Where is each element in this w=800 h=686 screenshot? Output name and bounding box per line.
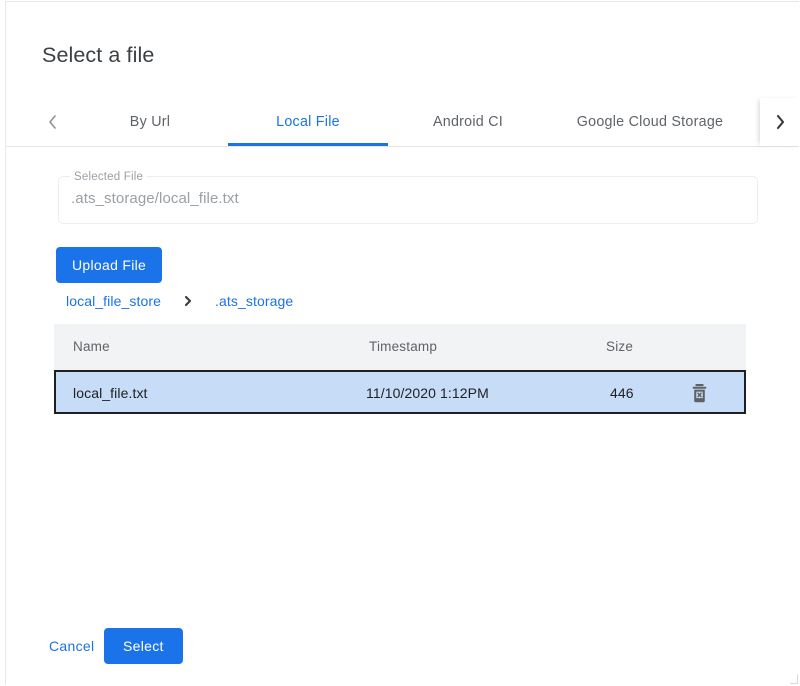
tab-label: Android CI [433, 114, 503, 130]
tab-label: Google Cloud Storage [577, 114, 723, 130]
cell-timestamp: 11/10/2020 1:12PM [366, 385, 489, 401]
selected-file-label: Selected File [70, 169, 147, 185]
upload-file-button[interactable]: Upload File [56, 247, 162, 283]
cell-file-name: local_file.txt [73, 385, 148, 401]
select-file-dialog: Select a file By Url Local File Android … [5, 1, 799, 685]
selected-file-field[interactable]: Selected File .ats_storage/local_file.tx… [58, 176, 758, 224]
chevron-left-icon [46, 112, 59, 132]
dialog-footer: Cancel Select [6, 618, 799, 678]
delete-file-button[interactable] [686, 380, 712, 406]
cell-size: 446 [610, 385, 634, 401]
breadcrumb-item-ats-storage[interactable]: .ats_storage [215, 293, 293, 309]
select-button[interactable]: Select [104, 628, 183, 664]
tab-google-cloud-storage[interactable]: Google Cloud Storage [548, 98, 752, 146]
breadcrumb-item-local-file-store[interactable]: local_file_store [66, 293, 161, 309]
tabs-scroll-right-button[interactable] [760, 98, 799, 146]
file-table: Name Timestamp Size local_file.txt 11/10… [54, 324, 746, 414]
tab-list: By Url Local File Android CI Google Clou… [72, 98, 752, 146]
selected-file-input[interactable]: .ats_storage/local_file.txt [71, 190, 239, 207]
tab-android-ci[interactable]: Android CI [388, 98, 548, 146]
chevron-right-icon [774, 112, 787, 132]
chevron-right-icon [182, 294, 194, 308]
column-header-size: Size [606, 339, 633, 354]
table-header-row: Name Timestamp Size [54, 324, 746, 370]
tab-by-url[interactable]: By Url [72, 98, 228, 146]
resize-corner-indicator [790, 674, 798, 684]
breadcrumb: local_file_store .ats_storage [66, 292, 293, 310]
tabs-scroll-left-button[interactable] [32, 98, 72, 146]
tab-label: By Url [130, 114, 170, 130]
dialog-title: Select a file [42, 43, 154, 69]
tab-bar: By Url Local File Android CI Google Clou… [6, 98, 799, 147]
column-header-timestamp: Timestamp [369, 339, 437, 354]
trash-delete-icon [690, 383, 709, 404]
column-header-name: Name [73, 339, 110, 354]
tab-label: Local File [276, 114, 340, 130]
tab-local-file[interactable]: Local File [228, 98, 388, 146]
cancel-button[interactable]: Cancel [38, 628, 105, 664]
table-row[interactable]: local_file.txt 11/10/2020 1:12PM 446 [54, 370, 746, 414]
